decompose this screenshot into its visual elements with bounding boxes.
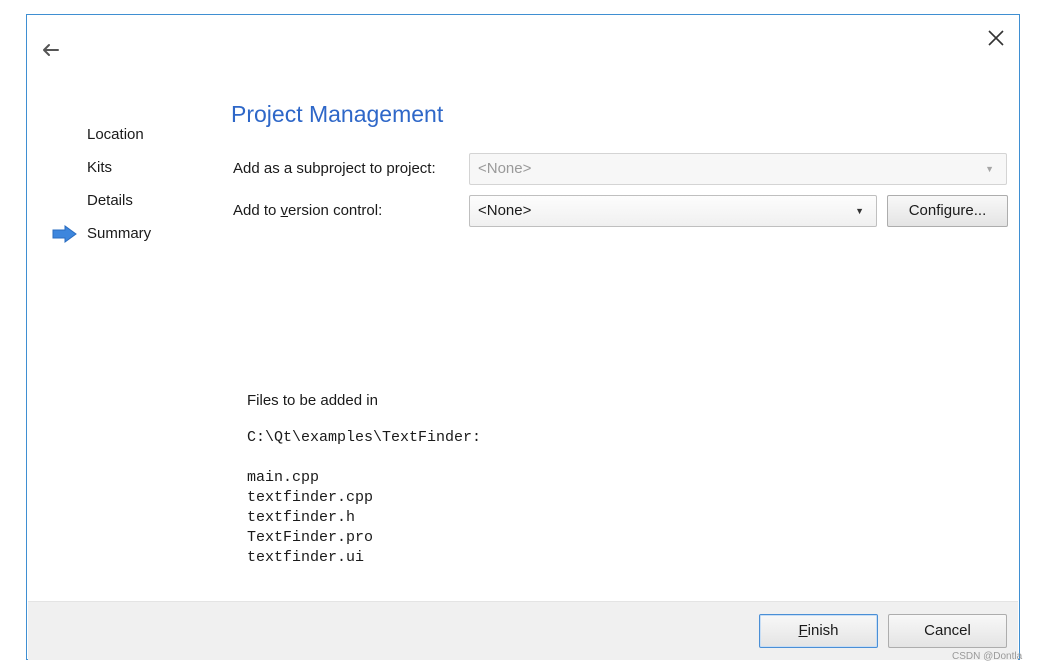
finish-button[interactable]: Finish (759, 614, 878, 648)
page-title: Project Management (231, 101, 444, 127)
button-bar: Finish Cancel (28, 601, 1018, 660)
version-control-label-end: ersion control: (288, 202, 383, 219)
version-control-combo[interactable]: <None> ▼ (469, 195, 877, 227)
files-list: main.cpp textfinder.cpp textfinder.h Tex… (247, 468, 373, 568)
step-label: Location (87, 126, 144, 143)
file-item: textfinder.cpp (247, 489, 374, 506)
file-item: textfinder.h (247, 509, 356, 526)
version-control-label-mnemonic: v (280, 202, 289, 219)
back-button[interactable] (39, 41, 61, 59)
configure-button[interactable]: Configure... (887, 195, 1008, 227)
file-item: textfinder.ui (247, 549, 365, 566)
step-location[interactable]: Location (47, 123, 151, 156)
subproject-value: <None> (478, 160, 532, 177)
finish-label-rest: inish (807, 622, 839, 639)
files-heading: Files to be added in (247, 392, 378, 409)
chevron-down-icon: ▼ (855, 206, 864, 216)
file-item: main.cpp (247, 469, 320, 486)
cancel-button[interactable]: Cancel (888, 614, 1007, 648)
step-kits[interactable]: Kits (47, 156, 151, 189)
file-item: TextFinder.pro (247, 529, 374, 546)
watermark: CSDN @Dontla (952, 651, 1023, 662)
step-label: Details (87, 192, 133, 209)
right-arrow-icon (52, 225, 77, 243)
wizard-steps: Location Kits Details Summary (47, 123, 151, 255)
files-path: C:\Qt\examples\TextFinder: (247, 429, 482, 446)
version-control-label: Add to version control: (233, 202, 382, 219)
back-arrow-icon (43, 44, 59, 56)
version-control-label-start: Add to (233, 202, 281, 219)
subproject-label: Add as a subproject to project: (233, 160, 436, 177)
close-button[interactable] (985, 27, 1007, 49)
close-icon (988, 30, 1004, 46)
step-label: Kits (87, 159, 113, 176)
finish-mnemonic: F (798, 622, 808, 639)
step-details[interactable]: Details (47, 189, 151, 222)
step-summary[interactable]: Summary (47, 222, 151, 255)
subproject-combo[interactable]: <None> ▼ (469, 153, 1007, 185)
chevron-down-icon: ▼ (985, 164, 994, 174)
version-control-value: <None> (478, 202, 532, 219)
wizard-window: Location Kits Details Summary Project Ma… (26, 14, 1020, 660)
step-label: Summary (87, 225, 152, 242)
